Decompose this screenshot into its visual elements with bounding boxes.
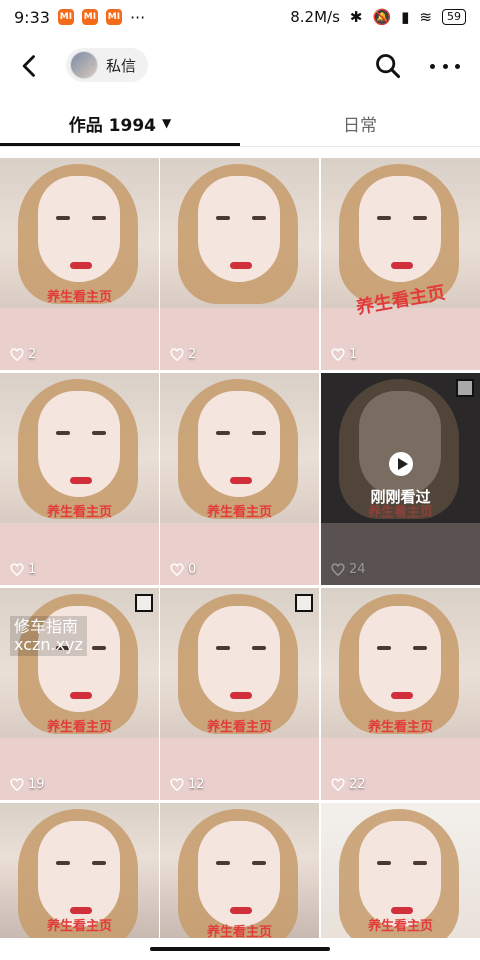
like-count-value: 19 [28, 777, 45, 792]
like-count: 19 [10, 777, 45, 792]
like-count: 24 [331, 562, 366, 577]
like-count-value: 24 [349, 562, 366, 577]
like-count-value: 0 [188, 562, 197, 577]
divider [0, 146, 480, 147]
like-count-value: 2 [188, 347, 197, 362]
like-count-value: 12 [188, 777, 205, 792]
heart-icon [331, 562, 345, 576]
video-thumbnail[interactable]: 养生看主页 22 [321, 588, 480, 800]
heart-icon [331, 777, 345, 791]
recently-viewed-overlay: 刚刚看过 [321, 373, 480, 585]
heart-icon [170, 347, 184, 361]
video-thumbnail[interactable]: 养生看主页 2 [0, 158, 159, 370]
heart-icon [10, 347, 24, 361]
recently-viewed-label: 刚刚看过 [370, 487, 431, 506]
like-count: 1 [10, 562, 36, 577]
tab-daily[interactable]: 日常 [240, 100, 480, 146]
mi-app-icon: MI [105, 9, 122, 25]
bluetooth-icon: ✱ [349, 8, 363, 26]
heart-icon [331, 347, 345, 361]
thumbnail-caption: 养生看主页 [206, 505, 272, 520]
chip-label: 私信 [106, 56, 137, 75]
video-thumbnail[interactable]: 养生看主页 12 [160, 588, 319, 800]
search-icon[interactable] [374, 52, 402, 80]
video-thumbnail[interactable]: 养生看主页 [321, 803, 480, 938]
more-menu-button[interactable] [430, 54, 460, 78]
dot-icon [430, 63, 435, 69]
top-bar: 私信 [0, 40, 480, 92]
network-speed: 8.2M/s [290, 8, 340, 26]
tab-bar: 作品 1994 ▼ 日常 [0, 100, 480, 146]
heart-icon [170, 562, 184, 576]
thumbnail-caption: 养生看主页 [206, 925, 272, 938]
like-count: 2 [170, 347, 196, 362]
video-thumbnail[interactable]: 养生看主页 [0, 803, 159, 938]
video-thumbnail[interactable]: 2 [160, 158, 319, 370]
heart-icon [170, 777, 184, 791]
mute-icon: 🔕 [372, 8, 392, 26]
watermark: 修车指南 xczn.xyz [10, 616, 87, 656]
video-thumbnail[interactable]: 修车指南 xczn.xyz 养生看主页 19 [0, 588, 159, 800]
like-count: 2 [10, 347, 36, 362]
home-indicator[interactable] [150, 947, 330, 951]
heart-icon [10, 777, 24, 791]
like-count-value: 2 [28, 347, 37, 362]
signal-icon: ▮ [401, 8, 410, 26]
thumbnail-caption: 养生看主页 [46, 720, 112, 735]
video-thumbnail[interactable]: 养生看主页 1 [0, 373, 159, 585]
watermark-title: 修车指南 [14, 617, 79, 636]
gesture-bar [0, 938, 480, 960]
tab-works-label: 作品 1994 [68, 115, 156, 136]
like-count: 0 [170, 562, 196, 577]
dot-icon [455, 63, 460, 69]
wifi-icon: ≋ [419, 8, 432, 26]
status-bar: 9:33 MI MI MI ··· 8.2M/s ✱ 🔕 ▮ ≋ 59 [0, 0, 480, 34]
thumbnail-caption: 养生看主页 [46, 919, 112, 934]
clock: 9:33 [14, 7, 50, 27]
play-icon [388, 451, 413, 476]
thumbnail-caption: 养生看主页 [367, 919, 433, 934]
heart-icon [10, 562, 24, 576]
like-count: 12 [170, 777, 205, 792]
like-count: 22 [331, 777, 366, 792]
video-thumbnail[interactable]: 养生看主页 0 [160, 373, 319, 585]
like-count-value: 22 [349, 777, 366, 792]
thumbnail-caption: 养生看主页 [206, 720, 272, 735]
mi-app-icon: MI [57, 9, 74, 25]
select-checkbox[interactable] [135, 594, 153, 612]
avatar [70, 51, 98, 79]
like-count-value: 1 [28, 562, 37, 577]
battery-indicator: 59 [442, 9, 466, 25]
dot-icon [442, 63, 448, 69]
select-checkbox[interactable] [295, 594, 313, 612]
more-notifications-dots: ··· [129, 7, 146, 27]
tab-works[interactable]: 作品 1994 ▼ [0, 100, 240, 146]
mi-app-icon: MI [81, 9, 98, 25]
back-arrow-icon[interactable] [16, 52, 44, 80]
video-grid: 养生看主页 2 2 养生看主页 1 养生看主页 1 养生看主页 0 养生看主页 … [0, 158, 480, 958]
video-thumbnail-recently-viewed[interactable]: 养生看主页 刚刚看过 24 [321, 373, 480, 585]
thumbnail-caption: 养生看主页 [367, 720, 433, 735]
message-chip[interactable]: 私信 [66, 48, 149, 82]
thumbnail-caption: 养生看主页 [46, 290, 112, 305]
video-thumbnail[interactable]: 养生看主页 [160, 803, 319, 938]
thumbnail-caption: 养生看主页 [46, 505, 112, 520]
tab-daily-label: 日常 [343, 115, 377, 136]
like-count-value: 1 [349, 347, 358, 362]
watermark-domain: xczn.xyz [14, 635, 83, 654]
like-count: 1 [331, 347, 357, 362]
caret-down-icon: ▼ [162, 116, 172, 130]
video-thumbnail[interactable]: 养生看主页 1 [321, 158, 480, 370]
